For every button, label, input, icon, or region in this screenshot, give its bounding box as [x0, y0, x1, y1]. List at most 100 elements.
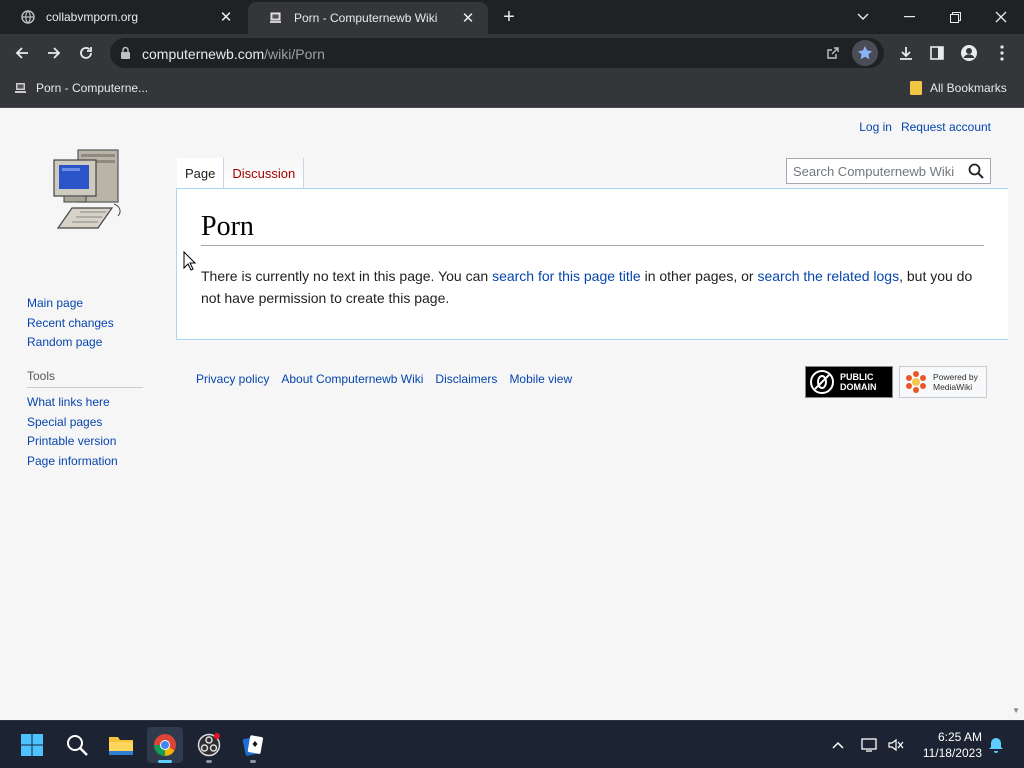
sidebar-item-special-pages[interactable]: Special pages: [27, 413, 143, 433]
body-text: There is currently no text in this page.…: [201, 268, 493, 284]
sidebar-item-printable-version[interactable]: Printable version: [27, 432, 143, 452]
powered-by-text: Powered by: [933, 372, 978, 382]
tab-discussion[interactable]: Discussion: [224, 158, 305, 188]
folder-icon: [910, 81, 922, 95]
tab-title: collabvmporn.org: [46, 10, 139, 24]
clock-date: 11/18/2023: [922, 746, 982, 760]
system-clock[interactable]: 6:25 AM 11/18/2023: [923, 729, 982, 761]
forward-icon[interactable]: [40, 39, 68, 67]
bookmarks-bar: Porn - Computerne... All Bookmarks: [0, 72, 1024, 108]
sidebar-tools: Tools What links here Special pages Prin…: [27, 369, 143, 472]
search-icon[interactable]: [968, 163, 984, 184]
sidebar-navigation: Main page Recent changes Random page: [27, 294, 114, 353]
menu-dots-icon[interactable]: [989, 40, 1015, 66]
search-title-link[interactable]: search for this page title: [492, 268, 641, 284]
close-icon[interactable]: ✕: [216, 7, 236, 27]
solitaire-button[interactable]: [235, 727, 271, 763]
side-panel-icon[interactable]: [924, 40, 950, 66]
tab-title: Porn - Computernewb Wiki: [294, 11, 438, 25]
minimize-button[interactable]: [886, 0, 932, 34]
request-account-link[interactable]: Request account: [901, 120, 991, 134]
sidebar-item-page-information[interactable]: Page information: [27, 452, 143, 472]
mediawiki-flower-icon: [906, 371, 926, 393]
page-title: Porn: [201, 211, 984, 246]
windows-logo-icon: [21, 734, 43, 756]
notification-bell-icon[interactable]: [986, 735, 1006, 755]
content-area: Porn There is currently no text in this …: [176, 188, 1008, 340]
public-domain-label: PUBLIC DOMAIN: [840, 372, 877, 392]
folder-icon: [109, 737, 133, 755]
search-icon: [67, 735, 88, 756]
page-tabs: Page Discussion: [177, 158, 305, 188]
search-logs-link[interactable]: search the related logs: [757, 268, 899, 284]
footer-mobile-view-link[interactable]: Mobile view: [509, 372, 572, 386]
sidebar-item-what-links-here[interactable]: What links here: [27, 393, 143, 413]
globe-icon: [20, 9, 36, 25]
mouse-cursor-icon: [183, 250, 197, 276]
public-domain-icon: [810, 370, 834, 394]
sidebar-item-recent-changes[interactable]: Recent changes: [27, 314, 114, 334]
tab-collabvm[interactable]: collabvmporn.org ✕: [0, 0, 246, 34]
search-placeholder: Search Computernewb Wiki: [793, 164, 955, 179]
footer-links: Privacy policy About Computernewb Wiki D…: [196, 372, 572, 386]
download-icon[interactable]: [893, 40, 919, 66]
close-icon[interactable]: ✕: [458, 8, 478, 28]
profile-icon[interactable]: [956, 40, 982, 66]
taskbar: 6:25 AM 11/18/2023: [0, 720, 1024, 768]
close-window-button[interactable]: [978, 0, 1024, 34]
footer-disclaimers-link[interactable]: Disclaimers: [435, 372, 497, 386]
network-icon[interactable]: [860, 735, 880, 755]
mediawiki-text: MediaWiki: [933, 382, 973, 392]
wiki-logo[interactable]: [50, 146, 125, 234]
url-host: computernewb.com: [142, 46, 265, 62]
footer-about-link[interactable]: About Computernewb Wiki: [281, 372, 423, 386]
browser-toolbar: computernewb.com/wiki/Porn: [0, 34, 1024, 72]
bookmark-label: Porn - Computerne...: [36, 81, 149, 95]
running-indicator: [250, 760, 256, 763]
running-indicator: [206, 760, 212, 763]
obs-button[interactable]: [191, 727, 227, 763]
url-path: /wiki/Porn: [264, 46, 325, 62]
new-tab-button[interactable]: +: [498, 6, 520, 28]
url-text[interactable]: computernewb.com/wiki/Porn: [142, 46, 325, 62]
bookmark-item[interactable]: Porn - Computerne...: [14, 81, 148, 95]
active-indicator: [158, 760, 172, 763]
clock-time: 6:25 AM: [937, 730, 982, 744]
footer-privacy-link[interactable]: Privacy policy: [196, 372, 269, 386]
computer-favicon-icon: [268, 10, 284, 26]
public-domain-badge[interactable]: PUBLIC DOMAIN: [805, 366, 893, 398]
chrome-icon: [154, 734, 176, 756]
volume-muted-icon[interactable]: [886, 735, 906, 755]
wiki-page: Log in Request account Main page Recent …: [0, 108, 1024, 720]
body-text: in other pages, or: [640, 268, 758, 284]
lock-icon[interactable]: [120, 46, 131, 64]
page-body: There is currently no text in this page.…: [201, 265, 991, 309]
cards-icon: [242, 735, 264, 756]
show-hidden-icons-chevron-icon[interactable]: [828, 735, 848, 755]
address-bar[interactable]: computernewb.com/wiki/Porn: [110, 38, 884, 68]
file-explorer-button[interactable]: [103, 727, 139, 763]
start-button[interactable]: [14, 727, 50, 763]
mediawiki-label: Powered by MediaWiki: [933, 372, 978, 392]
tab-search-icon[interactable]: [840, 0, 886, 34]
tab-page[interactable]: Page: [177, 158, 225, 188]
share-icon[interactable]: [820, 40, 846, 66]
sidebar-item-random-page[interactable]: Random page: [27, 333, 114, 353]
tab-wiki[interactable]: Porn - Computernewb Wiki ✕: [248, 2, 488, 34]
back-icon[interactable]: [8, 39, 36, 67]
restore-button[interactable]: [932, 0, 978, 34]
all-bookmarks[interactable]: All Bookmarks: [910, 81, 1007, 95]
scroll-down-arrow-icon[interactable]: ▼: [1012, 706, 1020, 715]
sidebar-item-main-page[interactable]: Main page: [27, 294, 114, 314]
tools-heading: Tools: [27, 369, 143, 388]
login-link[interactable]: Log in: [859, 120, 892, 134]
tab-strip: collabvmporn.org ✕ Porn - Computernewb W…: [0, 0, 1024, 34]
obs-icon: [197, 733, 221, 757]
powered-by-mediawiki-badge[interactable]: Powered by MediaWiki: [899, 366, 987, 398]
search-button[interactable]: [59, 727, 95, 763]
search-input[interactable]: Search Computernewb Wiki: [786, 158, 991, 184]
chrome-button[interactable]: [147, 727, 183, 763]
computer-favicon-icon: [14, 81, 28, 95]
reload-icon[interactable]: [72, 39, 100, 67]
bookmark-star-icon[interactable]: [852, 40, 878, 66]
